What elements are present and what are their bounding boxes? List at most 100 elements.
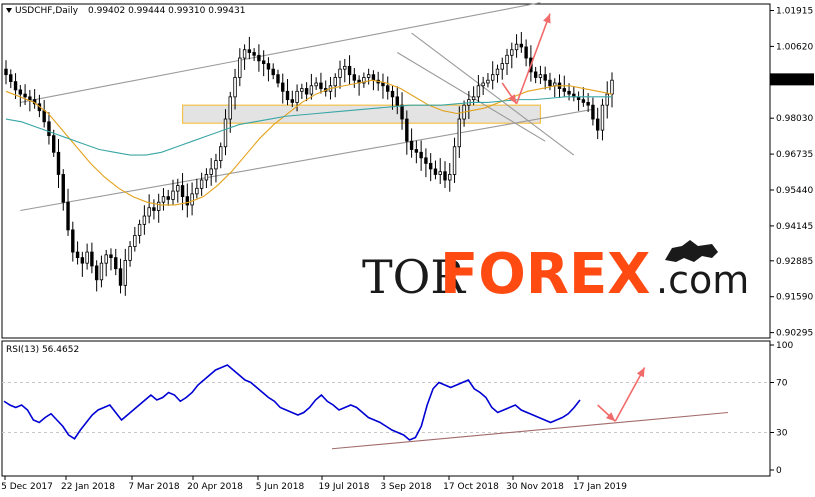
price-tick-label: 0.96735 [776, 150, 813, 160]
candle-body [185, 196, 190, 206]
candle-body [405, 118, 409, 142]
candle-body [266, 63, 271, 70]
candle-body [390, 90, 395, 98]
price-tick-label: 0.91590 [776, 293, 813, 303]
ohlc-values: 0.99402 0.99444 0.99310 0.99431 [88, 6, 245, 16]
candle-body [505, 54, 509, 64]
candle-body [381, 82, 385, 87]
candle-body [495, 68, 500, 76]
candle-body [414, 149, 419, 153]
candle-body [586, 101, 590, 106]
candle-body [161, 196, 166, 203]
date-tick-label: 5 Dec 2017 [1, 482, 53, 492]
price-tick-label: 0.90295 [776, 329, 813, 339]
candle-body [281, 82, 285, 92]
candle-body [94, 265, 99, 281]
candle-body [600, 104, 605, 131]
candle-body [199, 179, 204, 189]
candle-body [75, 251, 80, 259]
candle-body [343, 65, 347, 70]
candle-body [56, 151, 61, 175]
candle-body [409, 140, 414, 150]
candle-body [195, 187, 199, 195]
candle-body [476, 85, 481, 98]
date-tick-label: 5 Jun 2018 [256, 482, 305, 492]
date-tick-label: 19 Jul 2018 [319, 482, 370, 492]
candle-body [443, 171, 447, 181]
candle-body [471, 96, 476, 101]
candle-body [61, 174, 65, 203]
candle-body [591, 104, 595, 120]
candle-body [71, 229, 75, 253]
candle-body [133, 235, 137, 247]
candle-body [128, 246, 132, 261]
candle-body [176, 185, 180, 192]
candle-body [538, 74, 543, 78]
candle-body [147, 207, 151, 217]
date-tick-label: 3 Sep 2018 [380, 482, 432, 492]
candle-body [338, 68, 342, 78]
candle-body [428, 162, 433, 170]
candle-body [52, 135, 56, 153]
candle-body [9, 74, 13, 83]
candle-body [104, 254, 108, 264]
rsi-tick-label: 70 [776, 379, 788, 389]
candle-body [252, 52, 256, 56]
candle-body [333, 77, 337, 87]
price-tick-label: 0.92885 [776, 257, 813, 267]
candle-body [548, 79, 552, 87]
candle-body [309, 85, 314, 95]
watermark-suffix: .com [656, 258, 749, 302]
candle-body [519, 43, 524, 48]
candle-body [152, 207, 156, 211]
candle-body [486, 79, 490, 84]
candle-body [514, 43, 519, 51]
candle-body [290, 99, 295, 103]
price-tick-label: 0.98030 [776, 114, 813, 124]
candle-body [142, 215, 147, 225]
date-tick-label: 17 Oct 2018 [443, 482, 499, 492]
candle-body [605, 93, 609, 106]
current-price-label: 0.99431 [773, 75, 810, 85]
candle-body [581, 99, 586, 103]
candle-body [481, 82, 485, 87]
candle-body [214, 160, 218, 170]
candle-body [209, 168, 213, 175]
date-tick-label: 22 Jan 2018 [61, 482, 115, 492]
candle-body [18, 89, 23, 95]
candle-body [190, 193, 194, 206]
candle-body [595, 118, 600, 131]
candle-body [419, 151, 423, 159]
candle-body [510, 49, 514, 56]
candle-body [352, 74, 357, 81]
candle-body [204, 174, 209, 181]
rsi-panel-frame [1, 340, 771, 477]
price-tick-label: 1.01915 [776, 7, 813, 17]
candle-body [85, 251, 89, 264]
candle-body [13, 81, 18, 91]
candle-body [233, 77, 237, 98]
price-tick-label: 0.95440 [776, 186, 813, 196]
candle-body [433, 168, 438, 175]
candle-body [156, 201, 161, 211]
candle-body [610, 79, 614, 95]
candle-body [366, 74, 371, 78]
candle-body [347, 65, 352, 76]
candle-body [371, 74, 376, 81]
candle-body [543, 74, 547, 81]
candle-body [448, 174, 452, 181]
rsi-tick-label: 100 [776, 341, 793, 351]
watermark-brand: FOREX [440, 242, 650, 307]
candle-body [171, 190, 175, 200]
candle-body [319, 82, 323, 89]
candle-body [261, 60, 266, 64]
chart-symbol-title: USDCHF,Daily [15, 6, 79, 16]
candle-body [276, 74, 280, 84]
candle-body [238, 57, 242, 78]
candle-body [562, 88, 566, 92]
candle-body [80, 257, 85, 264]
candle-body [247, 49, 252, 53]
candle-body [47, 121, 51, 137]
candle-body [295, 90, 299, 103]
price-tick-label: 1.00620 [776, 42, 813, 52]
